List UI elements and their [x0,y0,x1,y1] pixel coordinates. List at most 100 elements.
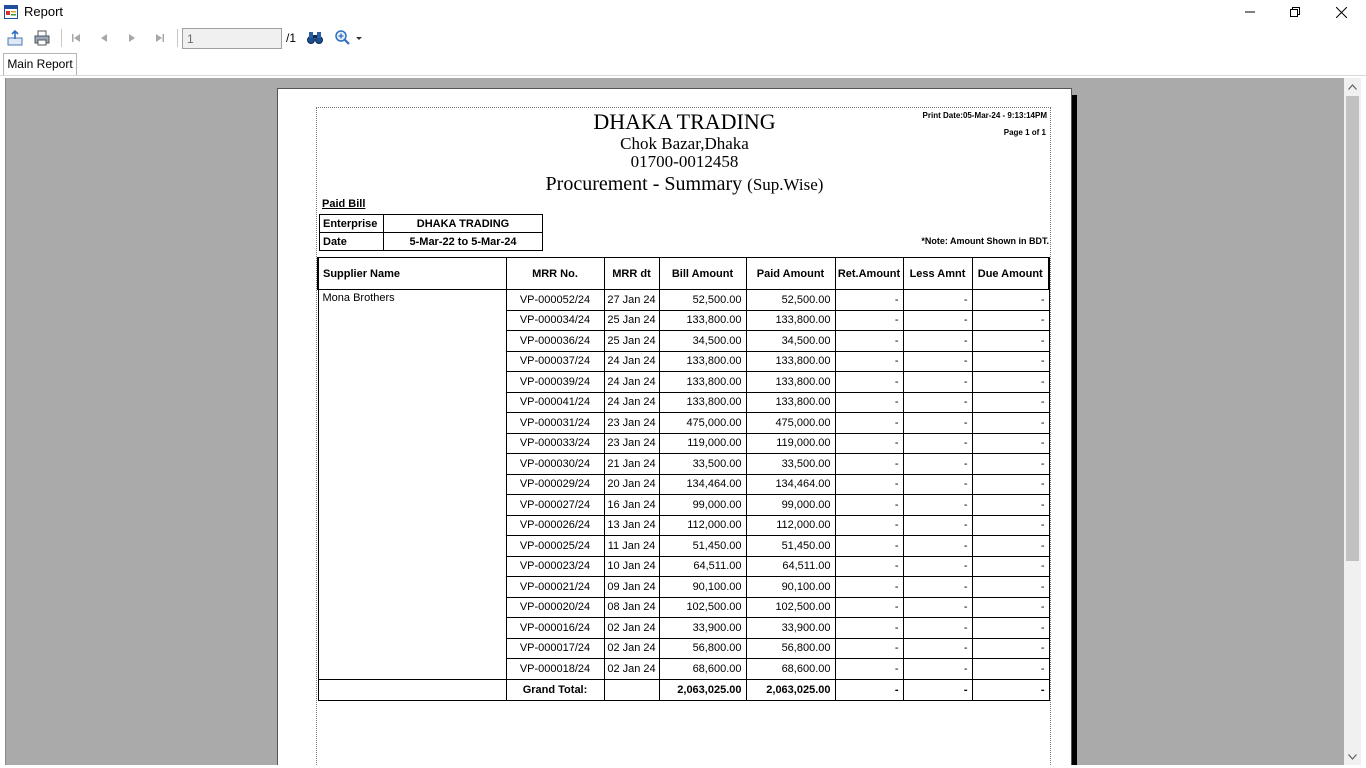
report-window-icon [4,5,18,19]
bill-amount-cell: 134,464.00 [658,474,747,495]
ret-amount-cell: - [834,515,904,536]
less-amount-cell: - [902,556,973,577]
paid-amount-cell: 133,800.00 [745,351,836,372]
bill-amount-cell: 99,000.00 [658,494,747,516]
mrr-no-cell: VP-000018/24 [505,658,605,680]
col-header-bill-amount: Bill Amount [658,257,747,290]
print-icon [34,30,50,46]
scrollbar-thumb[interactable] [1346,96,1359,561]
ret-amount-cell: - [834,617,904,639]
scroll-up-button[interactable] [1344,78,1361,95]
bill-amount-cell: 133,800.00 [658,371,747,393]
report-toolbar: /1 [0,24,1366,52]
chevron-up-icon [1348,83,1357,90]
mrr-dt-cell: 27 Jan 24 [603,289,660,311]
bill-amount-cell: 34,500.00 [658,330,747,352]
previous-page-button[interactable] [93,27,115,49]
due-amount-cell: - [971,576,1050,598]
col-header-paid-amount: Paid Amount [745,257,836,290]
bill-amount-cell: 68,600.00 [658,658,747,680]
ret-amount-cell: - [834,392,904,413]
bill-amount-cell: 51,450.00 [658,535,747,557]
mrr-no-cell: VP-000037/24 [505,351,605,372]
due-amount-cell: - [971,597,1050,618]
ret-amount-cell: - [834,494,904,516]
due-amount-cell: - [971,535,1050,557]
previous-page-icon [101,34,107,42]
tab-main-report[interactable]: Main Report [3,53,77,75]
ret-amount-cell: - [834,310,904,331]
chevron-down-icon [1348,753,1357,760]
ret-amount-cell: - [834,433,904,454]
mrr-dt-cell: 21 Jan 24 [603,453,660,475]
mrr-no-cell: VP-000016/24 [505,617,605,639]
paid-amount-cell: 56,800.00 [745,638,836,659]
grand-total-ret: - [834,678,904,701]
find-button[interactable] [304,27,326,49]
mrr-no-cell: VP-000020/24 [505,597,605,618]
next-page-icon [129,34,135,42]
minimize-button[interactable] [1227,0,1273,24]
less-amount-cell: - [902,330,973,352]
restore-button[interactable] [1272,0,1318,24]
mrr-dt-cell: 25 Jan 24 [603,330,660,352]
page-number-input[interactable] [182,28,282,49]
mrr-dt-cell: 09 Jan 24 [603,576,660,598]
less-amount-cell: - [902,638,973,659]
paid-amount-cell: 99,000.00 [745,494,836,516]
grand-total-bill: 2,063,025.00 [658,678,747,701]
mrr-no-cell: VP-000023/24 [505,556,605,577]
filter-info-table: Enterprise DHAKA TRADING Date 5-Mar-22 t… [319,214,543,251]
zoom-dropdown-button[interactable] [332,27,364,49]
due-amount-cell: - [971,556,1050,577]
paid-amount-cell: 133,800.00 [745,310,836,331]
mrr-no-cell: VP-000029/24 [505,474,605,495]
next-page-button[interactable] [121,27,143,49]
report-viewer: DHAKA TRADING Chok Bazar,Dhaka 01700-001… [5,78,1344,765]
due-amount-cell: - [971,515,1050,536]
col-header-less-amount: Less Amnt [902,257,973,290]
grand-total-empty-cell [317,678,507,701]
ret-amount-cell: - [834,330,904,352]
grand-total-empty-cell [603,678,660,701]
vertical-scrollbar[interactable] [1344,78,1361,765]
scroll-down-button[interactable] [1344,748,1361,765]
mrr-dt-cell: 24 Jan 24 [603,351,660,372]
last-page-button[interactable] [149,27,171,49]
mrr-dt-cell: 02 Jan 24 [603,658,660,680]
bill-amount-cell: 133,800.00 [658,310,747,331]
close-button[interactable] [1318,0,1364,24]
mrr-no-cell: VP-000025/24 [505,535,605,557]
ret-amount-cell: - [834,351,904,372]
page-total-label: /1 [286,31,297,45]
first-page-icon [72,34,80,42]
first-page-button[interactable] [65,27,87,49]
mrr-no-cell: VP-000030/24 [505,453,605,475]
currency-note: *Note: Amount Shown in BDT. [921,236,1049,246]
close-icon [1335,6,1347,18]
ret-amount-cell: - [834,597,904,618]
mrr-no-cell: VP-000036/24 [505,330,605,352]
print-button[interactable] [31,27,53,49]
mrr-dt-cell: 13 Jan 24 [603,515,660,536]
mrr-dt-cell: 23 Jan 24 [603,433,660,454]
mrr-no-cell: VP-000031/24 [505,412,605,434]
less-amount-cell: - [902,474,973,495]
paid-amount-cell: 102,500.00 [745,597,836,618]
bill-amount-cell: 133,800.00 [658,392,747,413]
mrr-dt-cell: 08 Jan 24 [603,597,660,618]
bill-amount-cell: 33,900.00 [658,617,747,639]
mrr-dt-cell: 24 Jan 24 [603,371,660,393]
due-amount-cell: - [971,658,1050,680]
paid-amount-cell: 134,464.00 [745,474,836,495]
due-amount-cell: - [971,310,1050,331]
export-button[interactable] [4,27,26,49]
grand-total-label: Grand Total: [505,678,605,701]
due-amount-cell: - [971,392,1050,413]
paid-amount-cell: 51,450.00 [745,535,836,557]
bill-amount-cell: 112,000.00 [658,515,747,536]
paid-amount-cell: 64,511.00 [745,556,836,577]
less-amount-cell: - [902,535,973,557]
bill-amount-cell: 119,000.00 [658,433,747,454]
mrr-dt-cell: 02 Jan 24 [603,617,660,639]
